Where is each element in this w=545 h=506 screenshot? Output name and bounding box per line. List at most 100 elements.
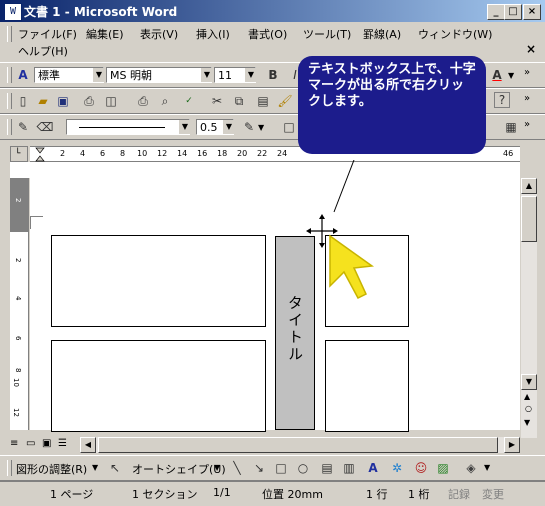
rectangle-icon[interactable]: □ — [272, 459, 290, 477]
scroll-left-button[interactable]: ◀ — [80, 437, 96, 453]
minimize-button[interactable]: _ — [487, 4, 505, 20]
print-preview-icon[interactable]: ◫ — [102, 92, 120, 110]
fill-color-icon[interactable]: ◈ — [462, 459, 480, 477]
border-color-icon[interactable]: ✎ — [240, 118, 258, 136]
new-document-icon[interactable]: ▯ — [14, 92, 32, 110]
browse-object-icon[interactable]: ○ — [525, 404, 532, 413]
paste-icon[interactable]: ▤ — [254, 92, 272, 110]
menu-window[interactable]: ウィンドウ(W) — [418, 26, 492, 42]
copy-icon[interactable]: ⧉ — [230, 92, 248, 110]
toolbar-grip[interactable] — [7, 460, 12, 476]
vruler-tick: 6 — [14, 336, 22, 341]
normal-view-icon[interactable]: ≡ — [10, 438, 18, 449]
font-select[interactable]: MS 明朝 — [106, 67, 212, 83]
help-icon[interactable]: ? — [494, 92, 510, 108]
outline-view-icon[interactable]: ☰ — [58, 438, 67, 449]
maximize-button[interactable]: □ — [504, 4, 522, 20]
printer-icon[interactable]: ⎙ — [134, 92, 152, 110]
open-folder-icon[interactable]: ▰ — [34, 92, 52, 110]
ruler-tick: 16 — [197, 149, 208, 158]
chevron-down-icon[interactable]: ▼ — [484, 463, 490, 472]
clipart-icon[interactable]: ☺ — [412, 459, 430, 477]
vertical-text-box-icon[interactable]: ▥ — [340, 459, 358, 477]
menu-tools[interactable]: ツール(T) — [303, 26, 351, 42]
horizontal-scrollbar[interactable]: ◀ ▶ — [80, 437, 520, 453]
menu-format[interactable]: 書式(O) — [248, 26, 287, 42]
chevron-down-icon[interactable]: ▼ — [244, 68, 257, 82]
text-box-icon[interactable]: ▤ — [318, 459, 336, 477]
format-painter-icon[interactable]: 🖌 — [276, 92, 294, 110]
view-buttons: ≡ ▭ ▣ ☰ — [10, 438, 78, 452]
picture-icon[interactable]: ▨ — [434, 459, 452, 477]
toolbar-grip[interactable] — [7, 93, 12, 109]
chevron-down-icon[interactable]: ▼ — [258, 123, 264, 132]
doc-close-icon[interactable]: × — [524, 42, 538, 56]
line-icon[interactable]: ╲ — [228, 459, 246, 477]
oval-icon[interactable]: ○ — [294, 459, 312, 477]
menu-insert[interactable]: 挿入(I) — [196, 26, 230, 42]
word-app-icon[interactable]: W — [4, 3, 22, 21]
status-trk[interactable]: 変更 — [482, 486, 504, 502]
print-icon[interactable]: ⎙ — [80, 92, 98, 110]
chevron-down-icon[interactable]: ▼ — [200, 68, 213, 82]
save-icon[interactable]: ▣ — [54, 92, 72, 110]
status-rec[interactable]: 記録 — [448, 486, 470, 502]
scroll-thumb[interactable] — [521, 196, 537, 242]
line-style-select[interactable] — [66, 119, 190, 135]
toolbar-more-icon[interactable]: » — [524, 119, 530, 130]
ruler-tick: 24 — [277, 149, 288, 158]
close-button[interactable]: × — [523, 4, 541, 20]
chevron-down-icon[interactable]: ▼ — [92, 463, 98, 472]
next-page-icon[interactable]: ▼ — [524, 418, 530, 427]
menu-edit[interactable]: 編集(E) — [86, 26, 124, 42]
chevron-down-icon[interactable]: ▼ — [222, 120, 235, 134]
vertical-ruler[interactable]: 2 2 4 6 8 10 12 — [10, 178, 29, 430]
scroll-up-button[interactable]: ▲ — [521, 178, 537, 194]
arrow-icon[interactable]: ↘ — [250, 459, 268, 477]
menu-view[interactable]: 表示(V) — [140, 26, 178, 42]
scroll-right-button[interactable]: ▶ — [504, 437, 520, 453]
menu-grip[interactable] — [7, 26, 12, 42]
menu-table[interactable]: 罫線(A) — [363, 26, 401, 42]
hscroll-thumb[interactable] — [98, 437, 498, 453]
ruler-tick: 46 — [503, 149, 514, 158]
chevron-down-icon[interactable]: ▼ — [508, 71, 514, 80]
margin-corner-mark — [30, 216, 43, 229]
insert-table-icon[interactable]: ▦ — [502, 118, 520, 136]
toolbar-more-icon[interactable]: » — [524, 93, 530, 104]
draw-table-pencil-icon[interactable]: ✎ — [14, 118, 32, 136]
bold-icon[interactable]: B — [264, 66, 282, 84]
border-icon[interactable]: □ — [280, 118, 298, 136]
diagram-icon[interactable]: ✲ — [388, 459, 406, 477]
web-view-icon[interactable]: ▭ — [26, 438, 35, 449]
menu-file[interactable]: ファイル(F) — [18, 26, 77, 42]
chevron-down-icon[interactable]: ▼ — [92, 68, 105, 82]
tab-selector[interactable]: └ — [10, 146, 28, 162]
style-icon[interactable]: A — [14, 66, 32, 84]
cut-icon[interactable]: ✂ — [208, 92, 226, 110]
eraser-icon[interactable]: ⌫ — [36, 118, 54, 136]
text-box-top-left[interactable] — [51, 235, 266, 327]
previous-page-icon[interactable]: ▲ — [524, 392, 530, 401]
spelling-icon[interactable]: ✓ — [180, 92, 198, 110]
autoshapes-menu[interactable]: オートシェイプ(U) — [132, 461, 226, 477]
toolbar-more-icon[interactable]: » — [524, 67, 530, 78]
ruler-tick: 10 — [137, 149, 148, 158]
search-icon[interactable]: ⌕ — [156, 92, 174, 110]
status-position: 位置 20mm — [262, 488, 323, 501]
font-color-icon[interactable]: A — [488, 66, 506, 84]
menu-help[interactable]: ヘルプ(H) — [18, 43, 68, 59]
chevron-down-icon[interactable]: ▼ — [178, 120, 191, 134]
status-line: 1 行 — [366, 488, 388, 501]
select-objects-icon[interactable]: ↖ — [106, 459, 124, 477]
scroll-down-button[interactable]: ▼ — [521, 374, 537, 390]
adjust-shapes-menu[interactable]: 図形の調整(R) — [16, 461, 87, 477]
chevron-down-icon[interactable]: ▼ — [214, 463, 220, 472]
vertical-scrollbar[interactable]: ▲ ▼ ▲ ○ ▼ — [521, 178, 537, 438]
wordart-icon[interactable]: A — [364, 459, 382, 477]
toolbar-grip[interactable] — [7, 119, 12, 135]
text-box-bottom-right[interactable] — [325, 340, 409, 432]
print-layout-icon[interactable]: ▣ — [42, 438, 51, 449]
toolbar-grip[interactable] — [7, 67, 12, 83]
text-box-bottom-left[interactable] — [51, 340, 266, 432]
